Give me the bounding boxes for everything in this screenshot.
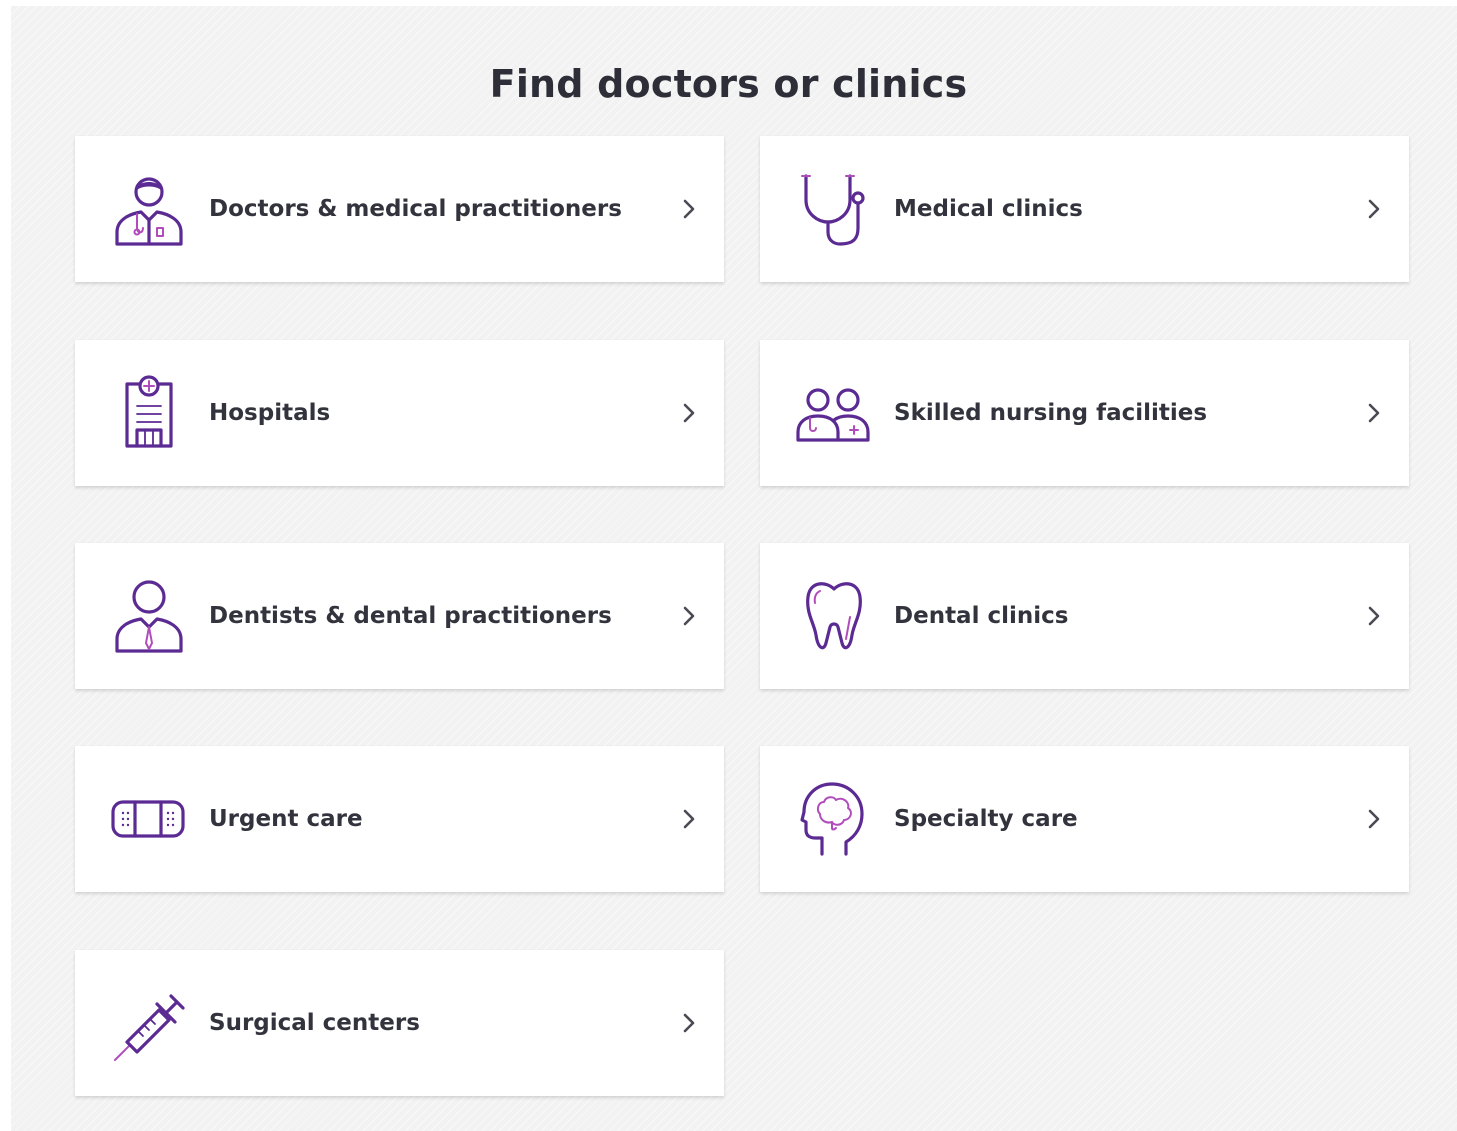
nursing-staff-icon [796,374,872,452]
doctor-icon [111,170,187,248]
chevron-right-icon [683,809,695,829]
card-urgent-care[interactable]: Urgent care [75,746,724,892]
card-label: Dentists & dental practitioners [209,603,612,629]
hospital-icon [111,374,187,452]
chevron-right-icon [683,606,695,626]
card-skilled-nursing[interactable]: Skilled nursing facilities [760,340,1409,486]
bandage-icon [111,780,187,858]
chevron-right-icon [1368,199,1380,219]
card-medical-clinics[interactable]: Medical clinics [760,136,1409,282]
chevron-right-icon [683,1013,695,1033]
page-title: Find doctors or clinics [489,62,968,106]
chevron-right-icon [1368,606,1380,626]
chevron-right-icon [683,199,695,219]
card-label: Specialty care [894,806,1078,832]
card-doctors[interactable]: Doctors & medical practitioners [75,136,724,282]
card-dentists[interactable]: Dentists & dental practitioners [75,543,724,689]
card-label: Urgent care [209,806,363,832]
card-label: Hospitals [209,400,331,426]
card-specialty-care[interactable]: Specialty care [760,746,1409,892]
tooth-icon [796,577,872,655]
chevron-right-icon [1368,809,1380,829]
chevron-right-icon [683,403,695,423]
chevron-right-icon [1368,403,1380,423]
stethoscope-icon [796,170,872,248]
syringe-icon [111,984,187,1062]
card-label: Doctors & medical practitioners [209,196,622,222]
card-surgical-centers[interactable]: Surgical centers [75,950,724,1096]
dentist-icon [111,577,187,655]
card-dental-clinics[interactable]: Dental clinics [760,543,1409,689]
card-label: Skilled nursing facilities [894,400,1208,426]
brain-head-icon [796,780,872,858]
card-label: Dental clinics [894,603,1069,629]
card-label: Surgical centers [209,1010,420,1036]
card-hospitals[interactable]: Hospitals [75,340,724,486]
card-label: Medical clinics [894,196,1083,222]
